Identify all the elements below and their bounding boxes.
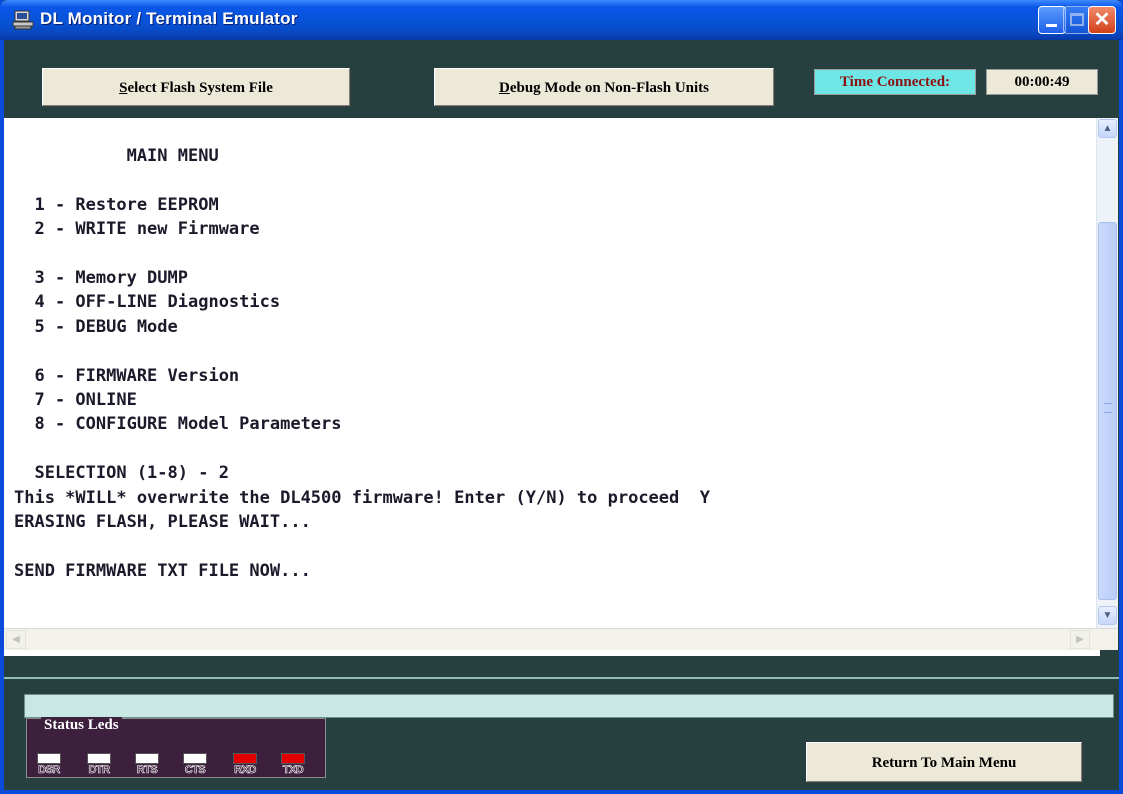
led-label-txd: TXD: [282, 764, 304, 777]
led-label-cts: CTS: [184, 764, 206, 777]
vertical-scrollbar[interactable]: ▲ ▼: [1096, 118, 1118, 628]
terminal-text: MAIN MENU 1 - Restore EEPROM 2 - WRITE n…: [14, 146, 710, 581]
led-label-rts: RTS: [136, 764, 158, 777]
led-txd: [281, 753, 305, 764]
debug-button-label: ebug Mode on Non-Flash Units: [509, 80, 710, 96]
maximize-icon: [1070, 13, 1084, 26]
debug-button-mnemonic: D: [498, 80, 510, 96]
led-dsr: [37, 753, 61, 764]
arrow-right-icon[interactable]: ▶: [1070, 630, 1090, 649]
separator: [4, 677, 1119, 679]
close-icon: ✕: [1093, 9, 1111, 31]
close-button[interactable]: ✕: [1088, 6, 1116, 34]
led-dtr: [87, 753, 111, 764]
led-cts: [183, 753, 207, 764]
minimize-icon: [1046, 24, 1057, 27]
time-connected-label: Time Connected:: [814, 69, 976, 95]
led-label-dsr: DSR: [38, 764, 61, 777]
status-leds-group: Status Leds DSR DTR RTS CTS RXD TXD: [26, 717, 326, 778]
arrow-left-icon[interactable]: ◀: [6, 630, 26, 649]
grip-icon: [1104, 403, 1112, 413]
status-leds-title: Status Leds: [41, 717, 122, 734]
window-title: DL Monitor / Terminal Emulator: [40, 9, 298, 28]
status-bar: [24, 694, 1114, 718]
flash-button-label: elect Flash System File: [127, 80, 273, 96]
arrow-down-icon[interactable]: ▼: [1098, 606, 1117, 625]
maximize-button[interactable]: [1063, 6, 1091, 34]
select-flash-system-file-button[interactable]: Select Flash System File: [42, 68, 350, 106]
led-label-dtr: DTR: [88, 764, 110, 777]
led-label-rxd: RXD: [234, 764, 257, 777]
terminal-output[interactable]: MAIN MENU 1 - Restore EEPROM 2 - WRITE n…: [4, 118, 1100, 656]
scrollbar-thumb[interactable]: [1098, 222, 1117, 600]
time-connected-value: 00:00:49: [986, 69, 1098, 95]
computer-terminal-icon: [12, 10, 34, 30]
horizontal-scrollbar[interactable]: ◀ ▶: [4, 628, 1118, 650]
arrow-up-icon[interactable]: ▲: [1098, 119, 1117, 138]
minimize-button[interactable]: [1038, 6, 1066, 34]
title-bar[interactable]: DL Monitor / Terminal Emulator ✕: [0, 0, 1123, 40]
led-rxd: [233, 753, 257, 764]
debug-mode-button[interactable]: Debug Mode on Non-Flash Units: [434, 68, 774, 106]
return-to-main-menu-button[interactable]: Return To Main Menu: [806, 742, 1082, 782]
led-rts: [135, 753, 159, 764]
